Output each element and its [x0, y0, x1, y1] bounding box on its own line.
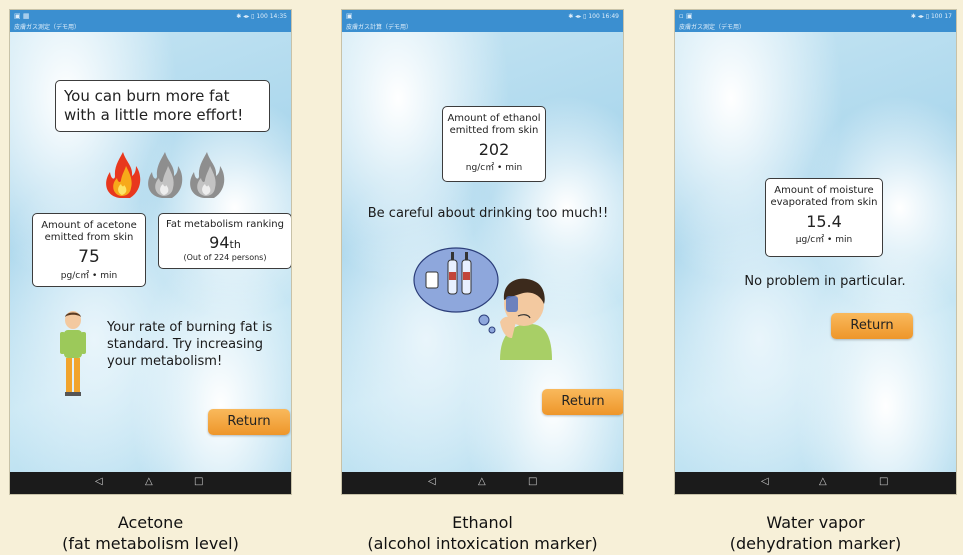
ranking-suffix: th [229, 238, 241, 251]
ranking-value-row: 94th [159, 233, 291, 252]
return-button[interactable]: Return [208, 409, 290, 435]
ethanol-label: Amount of ethanol emitted from skin [447, 113, 541, 136]
acetone-unit: pg/c㎡ • min [60, 271, 118, 281]
clock: 17 [944, 13, 952, 20]
app-title: 皮膚ガス計算（デモ用） [346, 24, 413, 31]
moisture-value: 15.4 [806, 212, 842, 231]
acetone-value: 75 [78, 247, 100, 267]
acetone-box: Amount of acetone emitted from skin 75 p… [32, 213, 146, 287]
ranking-note: (Out of 224 persons) [183, 253, 267, 262]
flame-icon-gray [148, 152, 183, 198]
caption-title: Acetone [117, 513, 184, 532]
phone-acetone: ▣ ▦ 皮膚ガス測定（デモ用） ✱ ◂▸ ▯ 100 14:35 You can… [10, 10, 291, 494]
notification-icons: ▣ [346, 12, 353, 20]
ranking-label: Fat metabolism ranking [166, 219, 284, 230]
status-bar: ▫ ▣ 皮膚ガス測定（デモ用） ✱ ◂▸ ▯ 100 17 [675, 10, 956, 32]
back-button[interactable]: ◁ [761, 476, 769, 487]
status-bar: ▣ 皮膚ガス計算（デモ用） ✱ ◂▸ ▯ 100 16:49 [342, 10, 623, 32]
clock: 16:49 [601, 13, 619, 20]
screen: You can burn more fat with a little more… [10, 32, 291, 472]
flame-icon-lit [106, 152, 141, 198]
ethanol-box: Amount of ethanol emitted from skin 202 … [442, 106, 546, 182]
status-right: ✱ ◂▸ ▯ 100 16:49 [568, 13, 619, 20]
status-right: ✱ ◂▸ ▯ 100 14:35 [236, 13, 287, 20]
flame-icons [106, 152, 225, 198]
caption-acetone: Acetone (fat metabolism level) [10, 512, 291, 554]
caption-subtitle: (fat metabolism level) [62, 534, 239, 553]
home-button[interactable]: △ [478, 476, 486, 487]
acetone-label: Amount of acetone emitted from skin [41, 220, 137, 243]
headline-text: You can burn more fat with a little more… [64, 87, 244, 124]
battery-level: 100 [588, 13, 600, 20]
drinking-person-illustration [413, 247, 552, 360]
screen: Amount of moisture evaporated from skin … [675, 32, 956, 472]
flame-icon-gray [190, 152, 225, 198]
ethanol-value: 202 [478, 140, 510, 159]
clock: 14:35 [269, 13, 287, 20]
back-button[interactable]: ◁ [95, 476, 103, 487]
phone-water-vapor: ▫ ▣ 皮膚ガス測定（デモ用） ✱ ◂▸ ▯ 100 17 Amount of … [675, 10, 956, 494]
app-title: 皮膚ガス測定（デモ用） [679, 24, 746, 31]
phone-ethanol: ▣ 皮膚ガス計算（デモ用） ✱ ◂▸ ▯ 100 16:49 Amount of… [342, 10, 623, 494]
recents-button[interactable]: □ [528, 476, 537, 487]
result-message: No problem in particular. [744, 274, 906, 289]
android-nav-bar: ◁ △ □ [10, 472, 291, 494]
return-button[interactable]: Return [542, 389, 623, 415]
caption-title: Water vapor [766, 513, 865, 532]
result-message: Be careful about drinking too much!! [367, 206, 609, 221]
caption-title: Ethanol [452, 513, 513, 532]
moisture-box: Amount of moisture evaporated from skin … [765, 178, 883, 257]
ranking-value: 94 [209, 233, 230, 252]
notification-icons: ▫ ▣ [679, 12, 693, 20]
moisture-unit: μg/c㎡ • min [795, 235, 853, 245]
caption-subtitle: (dehydration marker) [729, 534, 902, 553]
status-bar: ▣ ▦ 皮膚ガス測定（デモ用） ✱ ◂▸ ▯ 100 14:35 [10, 10, 291, 32]
person-illustration [60, 311, 86, 396]
recents-button[interactable]: □ [879, 476, 888, 487]
status-right: ✱ ◂▸ ▯ 100 17 [910, 13, 952, 20]
return-button[interactable]: Return [831, 313, 913, 339]
caption-subtitle: (alcohol intoxication marker) [367, 534, 598, 553]
back-button[interactable]: ◁ [428, 476, 436, 487]
android-nav-bar: ◁ △ □ [675, 472, 956, 494]
screen: Amount of ethanol emitted from skin 202 … [342, 32, 623, 472]
recents-button[interactable]: □ [194, 476, 203, 487]
battery-level: 100 [256, 13, 268, 20]
caption-water-vapor: Water vapor (dehydration marker) [675, 512, 956, 554]
battery-level: 100 [930, 13, 943, 20]
moisture-label: Amount of moisture evaporated from skin [770, 185, 878, 208]
android-nav-bar: ◁ △ □ [342, 472, 623, 494]
notification-icons: ▣ ▦ [14, 12, 30, 20]
ranking-box: Fat metabolism ranking 94th (Out of 224 … [158, 213, 291, 269]
ethanol-unit: ng/c㎡ • min [465, 163, 523, 173]
headline-box: You can burn more fat with a little more… [55, 80, 270, 132]
result-message: Your rate of burning fat is standard. Tr… [107, 320, 273, 369]
app-title: 皮膚ガス測定（デモ用） [14, 24, 81, 31]
caption-ethanol: Ethanol (alcohol intoxication marker) [342, 512, 623, 554]
home-button[interactable]: △ [819, 476, 827, 487]
home-button[interactable]: △ [145, 476, 153, 487]
